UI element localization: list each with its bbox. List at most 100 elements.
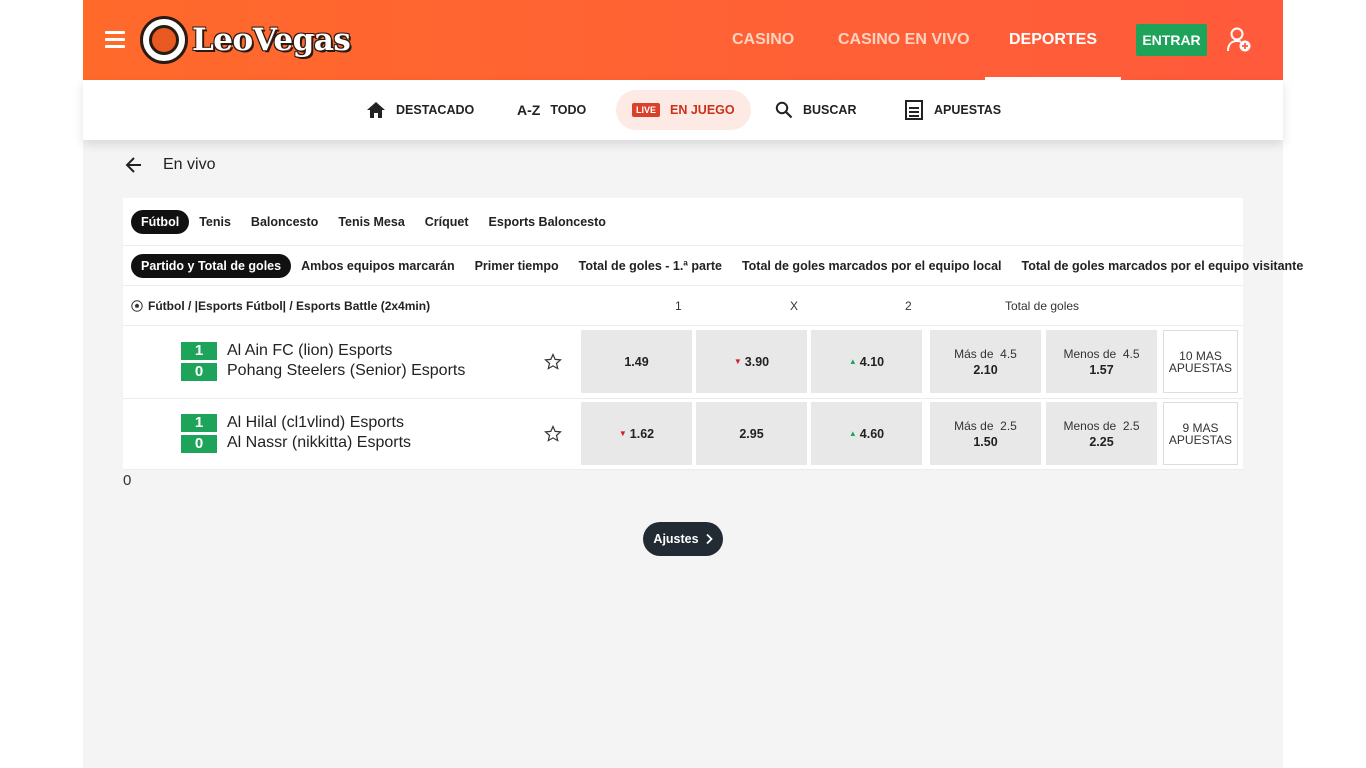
- market-chip[interactable]: Total de goles marcados por el equipo vi…: [1012, 254, 1314, 278]
- subnav-buscar[interactable]: BUSCAR: [775, 90, 856, 130]
- chevron-right-icon: [705, 533, 713, 545]
- subnav-label: EN JUEGO: [670, 103, 735, 117]
- odd-value: 2.95: [739, 426, 764, 441]
- top-header: LeoVegas CASINO CASINO EN VIVO DEPORTES …: [83, 0, 1283, 80]
- over-label: Más de 2.5: [954, 418, 1017, 433]
- divider: [123, 285, 1243, 286]
- odd-away-button[interactable]: ▲ 4.60: [811, 402, 922, 465]
- match-row[interactable]: 1 0 Al Ain FC (lion) Esports Pohang Stee…: [123, 326, 1243, 398]
- market-chip[interactable]: Ambos equipos marcarán: [291, 254, 465, 278]
- add-user-icon[interactable]: [1227, 27, 1251, 53]
- odd-draw-button[interactable]: 2.95: [696, 402, 807, 465]
- subnav-label: DESTACADO: [396, 103, 475, 117]
- column-1-header: 1: [675, 299, 682, 313]
- sport-chip-esports-baloncesto[interactable]: Esports Baloncesto: [479, 210, 616, 234]
- sports-subnav: DESTACADO A-Z TODO LIVE EN JUEGO BUSCAR …: [83, 80, 1283, 140]
- soccer-ball-icon: [131, 300, 143, 312]
- lion-logo-icon: [140, 16, 188, 64]
- over-button[interactable]: Más de 4.5 2.10: [930, 330, 1041, 393]
- match-row[interactable]: 1 0 Al Hilal (cl1vlind) Esports Al Nassr…: [123, 398, 1243, 470]
- odd-value: 4.60: [859, 426, 885, 441]
- under-label: Menos de 2.5: [1063, 418, 1140, 433]
- market-filter: Partido y Total de goles Ambos equipos m…: [131, 254, 1313, 278]
- subnav-en-juego[interactable]: LIVE EN JUEGO: [616, 90, 751, 130]
- nav-casino[interactable]: CASINO: [732, 0, 794, 80]
- subnav-destacado[interactable]: DESTACADO: [366, 90, 474, 130]
- sport-chip-tenis[interactable]: Tenis: [189, 210, 241, 234]
- menu-icon[interactable]: [105, 31, 125, 49]
- odd-away-button[interactable]: ▲ 4.10: [811, 330, 922, 393]
- column-x-header: X: [790, 299, 799, 313]
- sport-chip-baloncesto[interactable]: Baloncesto: [241, 210, 328, 234]
- market-chip[interactable]: Total de goles - 1.ª parte: [569, 254, 732, 278]
- subnav-label: BUSCAR: [803, 103, 857, 117]
- subnav-label: APUESTAS: [934, 103, 1002, 117]
- home-icon: [366, 101, 386, 119]
- favorite-star-icon[interactable]: [544, 353, 562, 371]
- home-team: Al Hilal (cl1vlind) Esports: [227, 414, 404, 431]
- login-button[interactable]: ENTRAR: [1136, 24, 1207, 56]
- odd-home-button[interactable]: ▼ 1.62: [581, 402, 692, 465]
- sport-chip-tenis-mesa[interactable]: Tenis Mesa: [328, 210, 414, 234]
- market-chip[interactable]: Total de goles marcados por el equipo lo…: [732, 254, 1012, 278]
- stray-text: 0: [123, 472, 132, 489]
- divider: [123, 245, 1243, 246]
- more-bets-button[interactable]: 10 MAS APUESTAS: [1163, 330, 1238, 393]
- favorite-star-icon[interactable]: [544, 425, 562, 443]
- under-button[interactable]: Menos de 4.5 1.57: [1046, 330, 1157, 393]
- az-icon: A-Z: [517, 102, 541, 118]
- away-score: 0: [181, 363, 217, 381]
- logo-text: LeoVegas: [192, 22, 351, 58]
- odds-up-icon: ▲: [848, 357, 857, 366]
- odd-home-button[interactable]: 1.49: [581, 330, 692, 393]
- odd-value: 1.49: [624, 354, 649, 369]
- divider: [123, 469, 1243, 470]
- over-label: Más de 4.5: [954, 346, 1017, 361]
- page: LeoVegas CASINO CASINO EN VIVO DEPORTES …: [83, 0, 1303, 768]
- sport-chip-futbol[interactable]: Fútbol: [131, 210, 190, 234]
- home-score: 1: [181, 342, 217, 360]
- away-score: 0: [181, 435, 217, 453]
- betslip-icon: [904, 100, 924, 120]
- sport-filter: Fútbol Tenis Baloncesto Tenis Mesa Críqu…: [131, 210, 616, 234]
- away-team: Al Nassr (nikkitta) Esports: [227, 434, 412, 451]
- live-events-card: Fútbol Tenis Baloncesto Tenis Mesa Críqu…: [123, 198, 1303, 470]
- live-badge: LIVE: [632, 103, 661, 117]
- more-bets-button[interactable]: 9 MAS APUESTAS: [1163, 402, 1238, 465]
- under-odd: 2.25: [1089, 434, 1114, 449]
- page-title: En vivo: [163, 156, 216, 173]
- over-button[interactable]: Más de 2.5 1.50: [930, 402, 1041, 465]
- settings-label: Ajustes: [653, 532, 699, 546]
- market-chip[interactable]: Partido y Total de goles: [131, 254, 292, 278]
- home-score: 1: [181, 414, 217, 432]
- under-button[interactable]: Menos de 2.5 2.25: [1046, 402, 1157, 465]
- column-2-header: 2: [905, 299, 912, 313]
- odds-up-icon: ▲: [848, 429, 857, 438]
- market-chip[interactable]: Primer tiempo: [465, 254, 569, 278]
- nav-casino-en-vivo[interactable]: CASINO EN VIVO: [838, 0, 970, 80]
- odds-down-icon: ▼: [733, 357, 742, 366]
- sport-chip-criquet[interactable]: Críquet: [415, 210, 479, 234]
- subnav-apuestas[interactable]: APUESTAS: [904, 90, 1001, 130]
- subnav-label: TODO: [550, 103, 587, 117]
- odd-value: 3.90: [744, 354, 770, 369]
- home-team: Al Ain FC (lion) Esports: [227, 342, 393, 359]
- under-label: Menos de 4.5: [1063, 346, 1140, 361]
- competition-breadcrumb[interactable]: Fútbol / |Esports Fútbol| / Esports Batt…: [131, 299, 430, 313]
- back-button[interactable]: [125, 155, 143, 175]
- search-icon: [775, 101, 793, 119]
- nav-deportes[interactable]: DEPORTES: [984, 0, 1122, 80]
- column-total-header: Total de goles: [1005, 299, 1080, 313]
- under-odd: 1.57: [1089, 362, 1114, 377]
- odd-draw-button[interactable]: ▼ 3.90: [696, 330, 807, 393]
- over-odd: 2.10: [973, 362, 998, 377]
- away-team: Pohang Steelers (Senior) Esports: [227, 362, 466, 379]
- arrow-left-icon: [125, 157, 141, 173]
- odds-down-icon: ▼: [618, 429, 627, 438]
- subnav-todo[interactable]: A-Z TODO: [517, 90, 586, 130]
- breadcrumb-text: Fútbol / |Esports Fútbol| / Esports Batt…: [148, 299, 431, 313]
- logo[interactable]: LeoVegas: [140, 16, 351, 64]
- odd-value: 1.62: [629, 426, 655, 441]
- settings-button[interactable]: Ajustes: [643, 522, 723, 556]
- over-odd: 1.50: [973, 434, 998, 449]
